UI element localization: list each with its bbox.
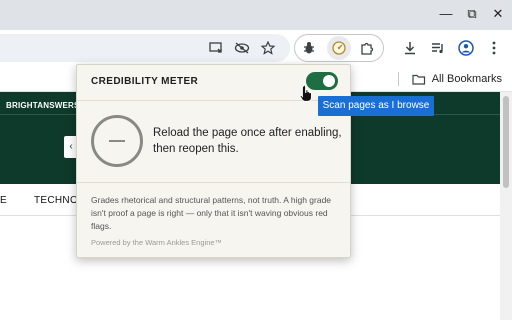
popup-divider-bottom bbox=[77, 182, 350, 183]
status-message: Reload the page once after enabling, the… bbox=[153, 127, 342, 155]
star-icon[interactable] bbox=[256, 36, 280, 60]
puzzle-icon[interactable] bbox=[355, 36, 379, 60]
all-bookmarks-button[interactable]: All Bookmarks bbox=[412, 71, 502, 87]
bug-extension-icon[interactable] bbox=[297, 36, 321, 60]
toggle-tooltip: Scan pages as I browse bbox=[318, 96, 434, 116]
tab-strip: — ⧉ ✕ bbox=[0, 0, 512, 30]
toggle-knob bbox=[323, 75, 335, 87]
hand-cursor-icon bbox=[300, 84, 312, 102]
eye-slash-icon[interactable] bbox=[230, 36, 254, 60]
bookmarks-divider bbox=[398, 72, 399, 86]
media-icon[interactable] bbox=[426, 36, 450, 60]
powered-by-text: Powered by the Warm Ankles Engine™ bbox=[91, 238, 223, 247]
page-scrollbar[interactable] bbox=[500, 92, 512, 320]
popup-title: CREDIBILITY METER bbox=[91, 76, 199, 87]
disclaimer-text: Grades rhetorical and structural pattern… bbox=[91, 195, 332, 231]
download-icon[interactable] bbox=[398, 36, 422, 60]
meter-extension-icon[interactable] bbox=[327, 36, 351, 60]
minimize-button[interactable]: — bbox=[435, 4, 457, 24]
profile-icon[interactable] bbox=[454, 36, 478, 60]
cast-icon[interactable] bbox=[204, 36, 228, 60]
close-window-button[interactable]: ✕ bbox=[487, 4, 509, 24]
nav-link-2[interactable]: TECHNO bbox=[34, 195, 78, 206]
restore-button[interactable]: ⧉ bbox=[461, 4, 483, 24]
gauge-dash bbox=[109, 140, 125, 142]
menu-icon[interactable] bbox=[482, 36, 506, 60]
scrollbar-thumb[interactable] bbox=[503, 96, 509, 188]
extensions-group bbox=[294, 34, 384, 62]
nav-link-1[interactable]: E bbox=[0, 195, 7, 206]
folder-icon bbox=[412, 74, 425, 85]
meter-gauge-icon bbox=[91, 115, 143, 167]
all-bookmarks-label: All Bookmarks bbox=[431, 73, 502, 85]
